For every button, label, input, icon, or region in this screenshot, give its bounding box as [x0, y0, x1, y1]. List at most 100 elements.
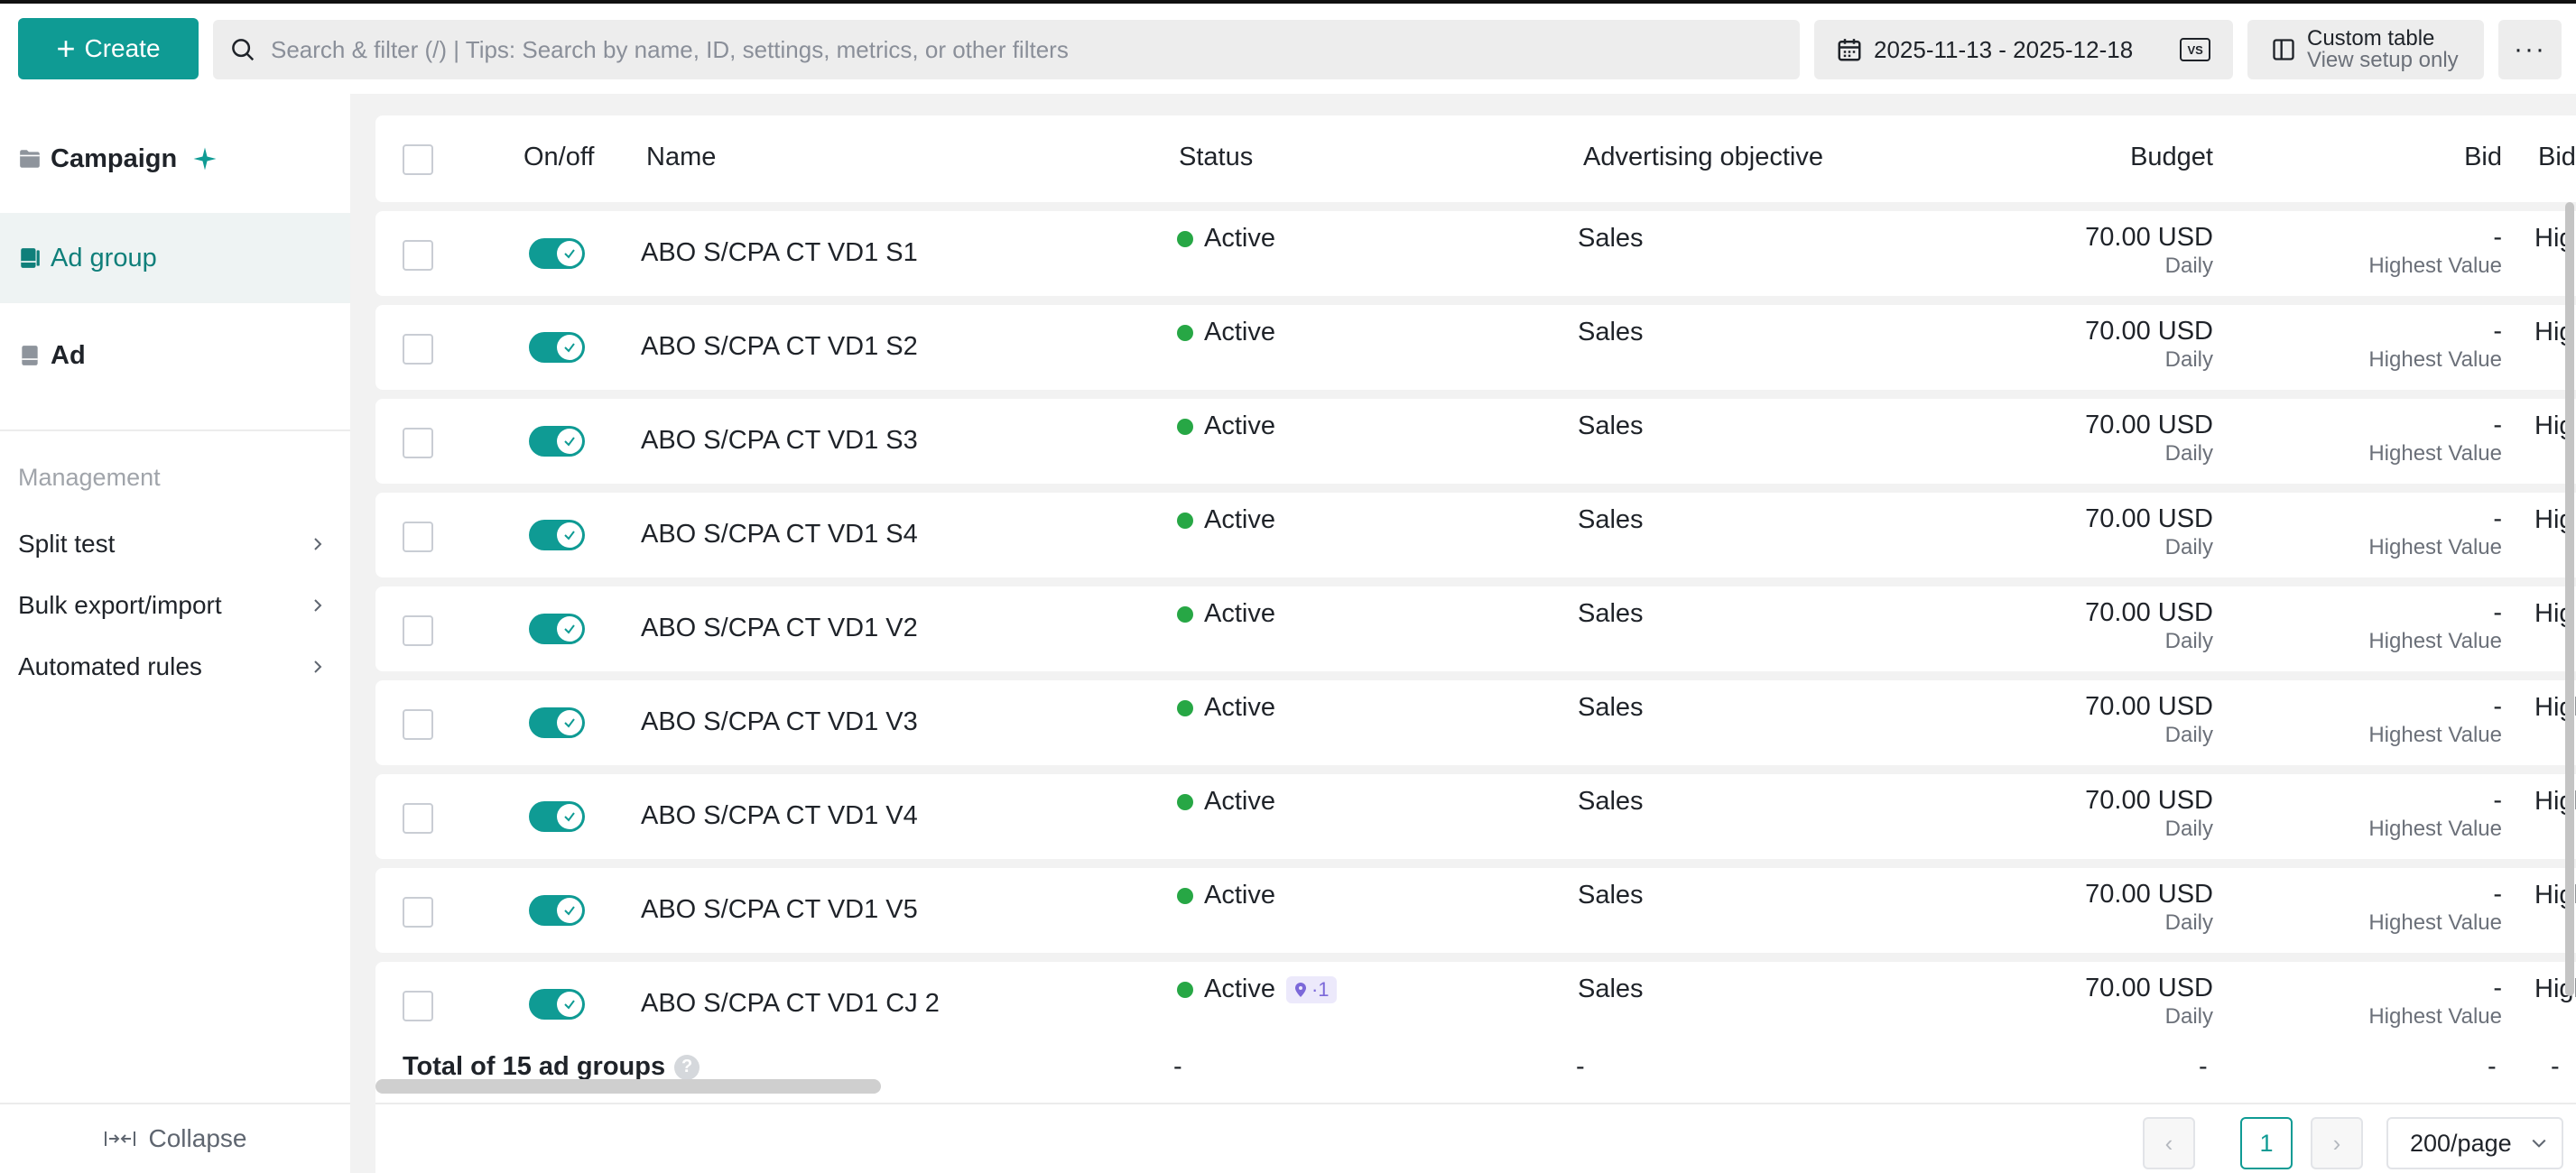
status-cell: Active	[1177, 411, 1275, 441]
sparkle-icon[interactable]	[191, 145, 218, 172]
status-dot-icon	[1177, 793, 1193, 810]
bid-cell[interactable]: - Highest Value	[2271, 503, 2502, 561]
budget-cell[interactable]: 70.00 USD Daily	[1910, 222, 2213, 280]
budget-cell[interactable]: 70.00 USD Daily	[1910, 316, 2213, 374]
bid-cell[interactable]: - Highest Value	[2271, 785, 2502, 843]
table-row[interactable]: ABO S/CPA CT VD1 V5 Active Sales 70.00 U…	[375, 868, 2576, 953]
row-checkbox[interactable]	[403, 615, 433, 646]
sidebar-item-bulk-export-import[interactable]: Bulk export/import	[18, 583, 325, 628]
bid-strategy: Highest Value	[2368, 1004, 2502, 1029]
bid-value: -	[2493, 598, 2502, 627]
budget-cell[interactable]: 70.00 USD Daily	[1910, 597, 2213, 655]
create-button[interactable]: + Create	[18, 18, 199, 79]
total-budget: -	[2199, 1052, 2208, 1081]
ad-group-name[interactable]: ABO S/CPA CT VD1 CJ 2	[641, 989, 940, 1019]
on-off-toggle[interactable]	[529, 238, 585, 269]
table-row[interactable]: ABO S/CPA CT VD1 V3 Active Sales 70.00 U…	[375, 680, 2576, 765]
header-name[interactable]: Name	[646, 143, 716, 172]
bid-strategy: Highest Value	[2368, 817, 2502, 841]
bid-cell[interactable]: - Highest Value	[2271, 691, 2502, 749]
ad-group-name[interactable]: ABO S/CPA CT VD1 S2	[641, 332, 918, 362]
more-options-button[interactable]: ···	[2498, 20, 2562, 79]
row-checkbox[interactable]	[403, 897, 433, 928]
table-row[interactable]: ABO S/CPA CT VD1 S1 Active Sales 70.00 U…	[375, 211, 2576, 296]
on-off-toggle[interactable]	[529, 801, 585, 832]
help-icon[interactable]: ?	[674, 1054, 700, 1080]
budget-cell[interactable]: 70.00 USD Daily	[1910, 410, 2213, 467]
ad-group-name[interactable]: ABO S/CPA CT VD1 V3	[641, 707, 918, 737]
prev-page-button[interactable]: ‹	[2143, 1117, 2195, 1169]
bid-value: -	[2493, 317, 2502, 346]
sidebar-item-ad-group[interactable]: Ad group	[0, 213, 350, 303]
ad-group-name[interactable]: ABO S/CPA CT VD1 S1	[641, 238, 918, 268]
header-bid-strategy[interactable]: Bid	[2538, 143, 2576, 172]
sidebar-item-automated-rules[interactable]: Automated rules	[18, 644, 325, 689]
ad-icon	[22, 346, 38, 365]
ad-group-name[interactable]: ABO S/CPA CT VD1 V5	[641, 895, 918, 925]
on-off-toggle[interactable]	[529, 426, 585, 457]
budget-cell[interactable]: 70.00 USD Daily	[1910, 879, 2213, 937]
on-off-toggle[interactable]	[529, 614, 585, 644]
bid-cell[interactable]: - Highest Value	[2271, 316, 2502, 374]
status-dot-icon	[1177, 512, 1193, 529]
header-status[interactable]: Status	[1179, 143, 1253, 172]
budget-cell[interactable]: 70.00 USD Daily	[1910, 503, 2213, 561]
status-badge[interactable]: ·1	[1285, 975, 1337, 1003]
on-off-toggle[interactable]	[529, 989, 585, 1020]
row-checkbox[interactable]	[403, 991, 433, 1021]
budget-period: Daily	[2164, 817, 2213, 841]
status-cell: Active	[1177, 224, 1275, 254]
row-checkbox[interactable]	[403, 428, 433, 458]
header-onoff[interactable]: On/off	[524, 143, 594, 172]
sidebar-item-split-test[interactable]: Split test	[18, 522, 325, 567]
ad-group-name[interactable]: ABO S/CPA CT VD1 S3	[641, 426, 918, 456]
header-budget[interactable]: Budget	[1910, 143, 2213, 172]
custom-table-title: Custom table	[2307, 26, 2435, 51]
budget-cell[interactable]: 70.00 USD Daily	[1910, 973, 2213, 1030]
custom-table-button[interactable]: Custom table View setup only	[2247, 20, 2484, 79]
ad-group-name[interactable]: ABO S/CPA CT VD1 S4	[641, 520, 918, 550]
on-off-toggle[interactable]	[529, 520, 585, 550]
row-checkbox[interactable]	[403, 709, 433, 740]
current-page-button[interactable]: 1	[2240, 1117, 2293, 1169]
page-size-select[interactable]: 200/page	[2386, 1117, 2563, 1169]
next-page-button[interactable]: ›	[2311, 1117, 2363, 1169]
ad-group-name[interactable]: ABO S/CPA CT VD1 V2	[641, 614, 918, 643]
header-advertising-objective[interactable]: Advertising objective	[1583, 143, 1823, 172]
row-checkbox[interactable]	[403, 522, 433, 552]
table-row[interactable]: ABO S/CPA CT VD1 S2 Active Sales 70.00 U…	[375, 305, 2576, 390]
bid-cell[interactable]: - Highest Value	[2271, 222, 2502, 280]
bid-value: -	[2493, 223, 2502, 252]
budget-cell[interactable]: 70.00 USD Daily	[1910, 785, 2213, 843]
ad-group-name[interactable]: ABO S/CPA CT VD1 V4	[641, 801, 918, 831]
on-off-toggle[interactable]	[529, 707, 585, 738]
on-off-toggle[interactable]	[529, 332, 585, 363]
sidebar-item-label: Ad	[51, 340, 86, 370]
search-bar[interactable]	[213, 20, 1800, 79]
select-all-checkbox[interactable]	[403, 144, 433, 175]
date-range-picker[interactable]: 2025-11-13 - 2025-12-18 VS	[1814, 20, 2233, 79]
table-row[interactable]: ABO S/CPA CT VD1 S3 Active Sales 70.00 U…	[375, 399, 2576, 484]
row-checkbox[interactable]	[403, 803, 433, 834]
sidebar-item-ad[interactable]: Ad	[0, 310, 350, 401]
search-icon	[232, 39, 255, 61]
table-row[interactable]: ABO S/CPA CT VD1 S4 Active Sales 70.00 U…	[375, 493, 2576, 577]
bid-cell[interactable]: - Highest Value	[2271, 597, 2502, 655]
vertical-scrollbar[interactable]	[2565, 202, 2574, 996]
row-checkbox[interactable]	[403, 240, 433, 271]
budget-amount: 70.00 USD	[2085, 880, 2213, 909]
search-input[interactable]	[256, 20, 1800, 79]
bid-cell[interactable]: - Highest Value	[2271, 973, 2502, 1030]
table-row[interactable]: ABO S/CPA CT VD1 V2 Active Sales 70.00 U…	[375, 586, 2576, 671]
compare-vs-button[interactable]: VS	[2180, 38, 2211, 61]
sidebar-item-campaign[interactable]: Campaign	[0, 114, 350, 204]
row-checkbox[interactable]	[403, 334, 433, 365]
on-off-toggle[interactable]	[529, 895, 585, 926]
bid-cell[interactable]: - Highest Value	[2271, 410, 2502, 467]
header-bid[interactable]: Bid	[2271, 143, 2502, 172]
budget-cell[interactable]: 70.00 USD Daily	[1910, 691, 2213, 749]
horizontal-scrollbar[interactable]	[375, 1079, 881, 1094]
collapse-sidebar-button[interactable]: Collapse	[0, 1103, 350, 1173]
table-row[interactable]: ABO S/CPA CT VD1 V4 Active Sales 70.00 U…	[375, 774, 2576, 859]
bid-cell[interactable]: - Highest Value	[2271, 879, 2502, 937]
